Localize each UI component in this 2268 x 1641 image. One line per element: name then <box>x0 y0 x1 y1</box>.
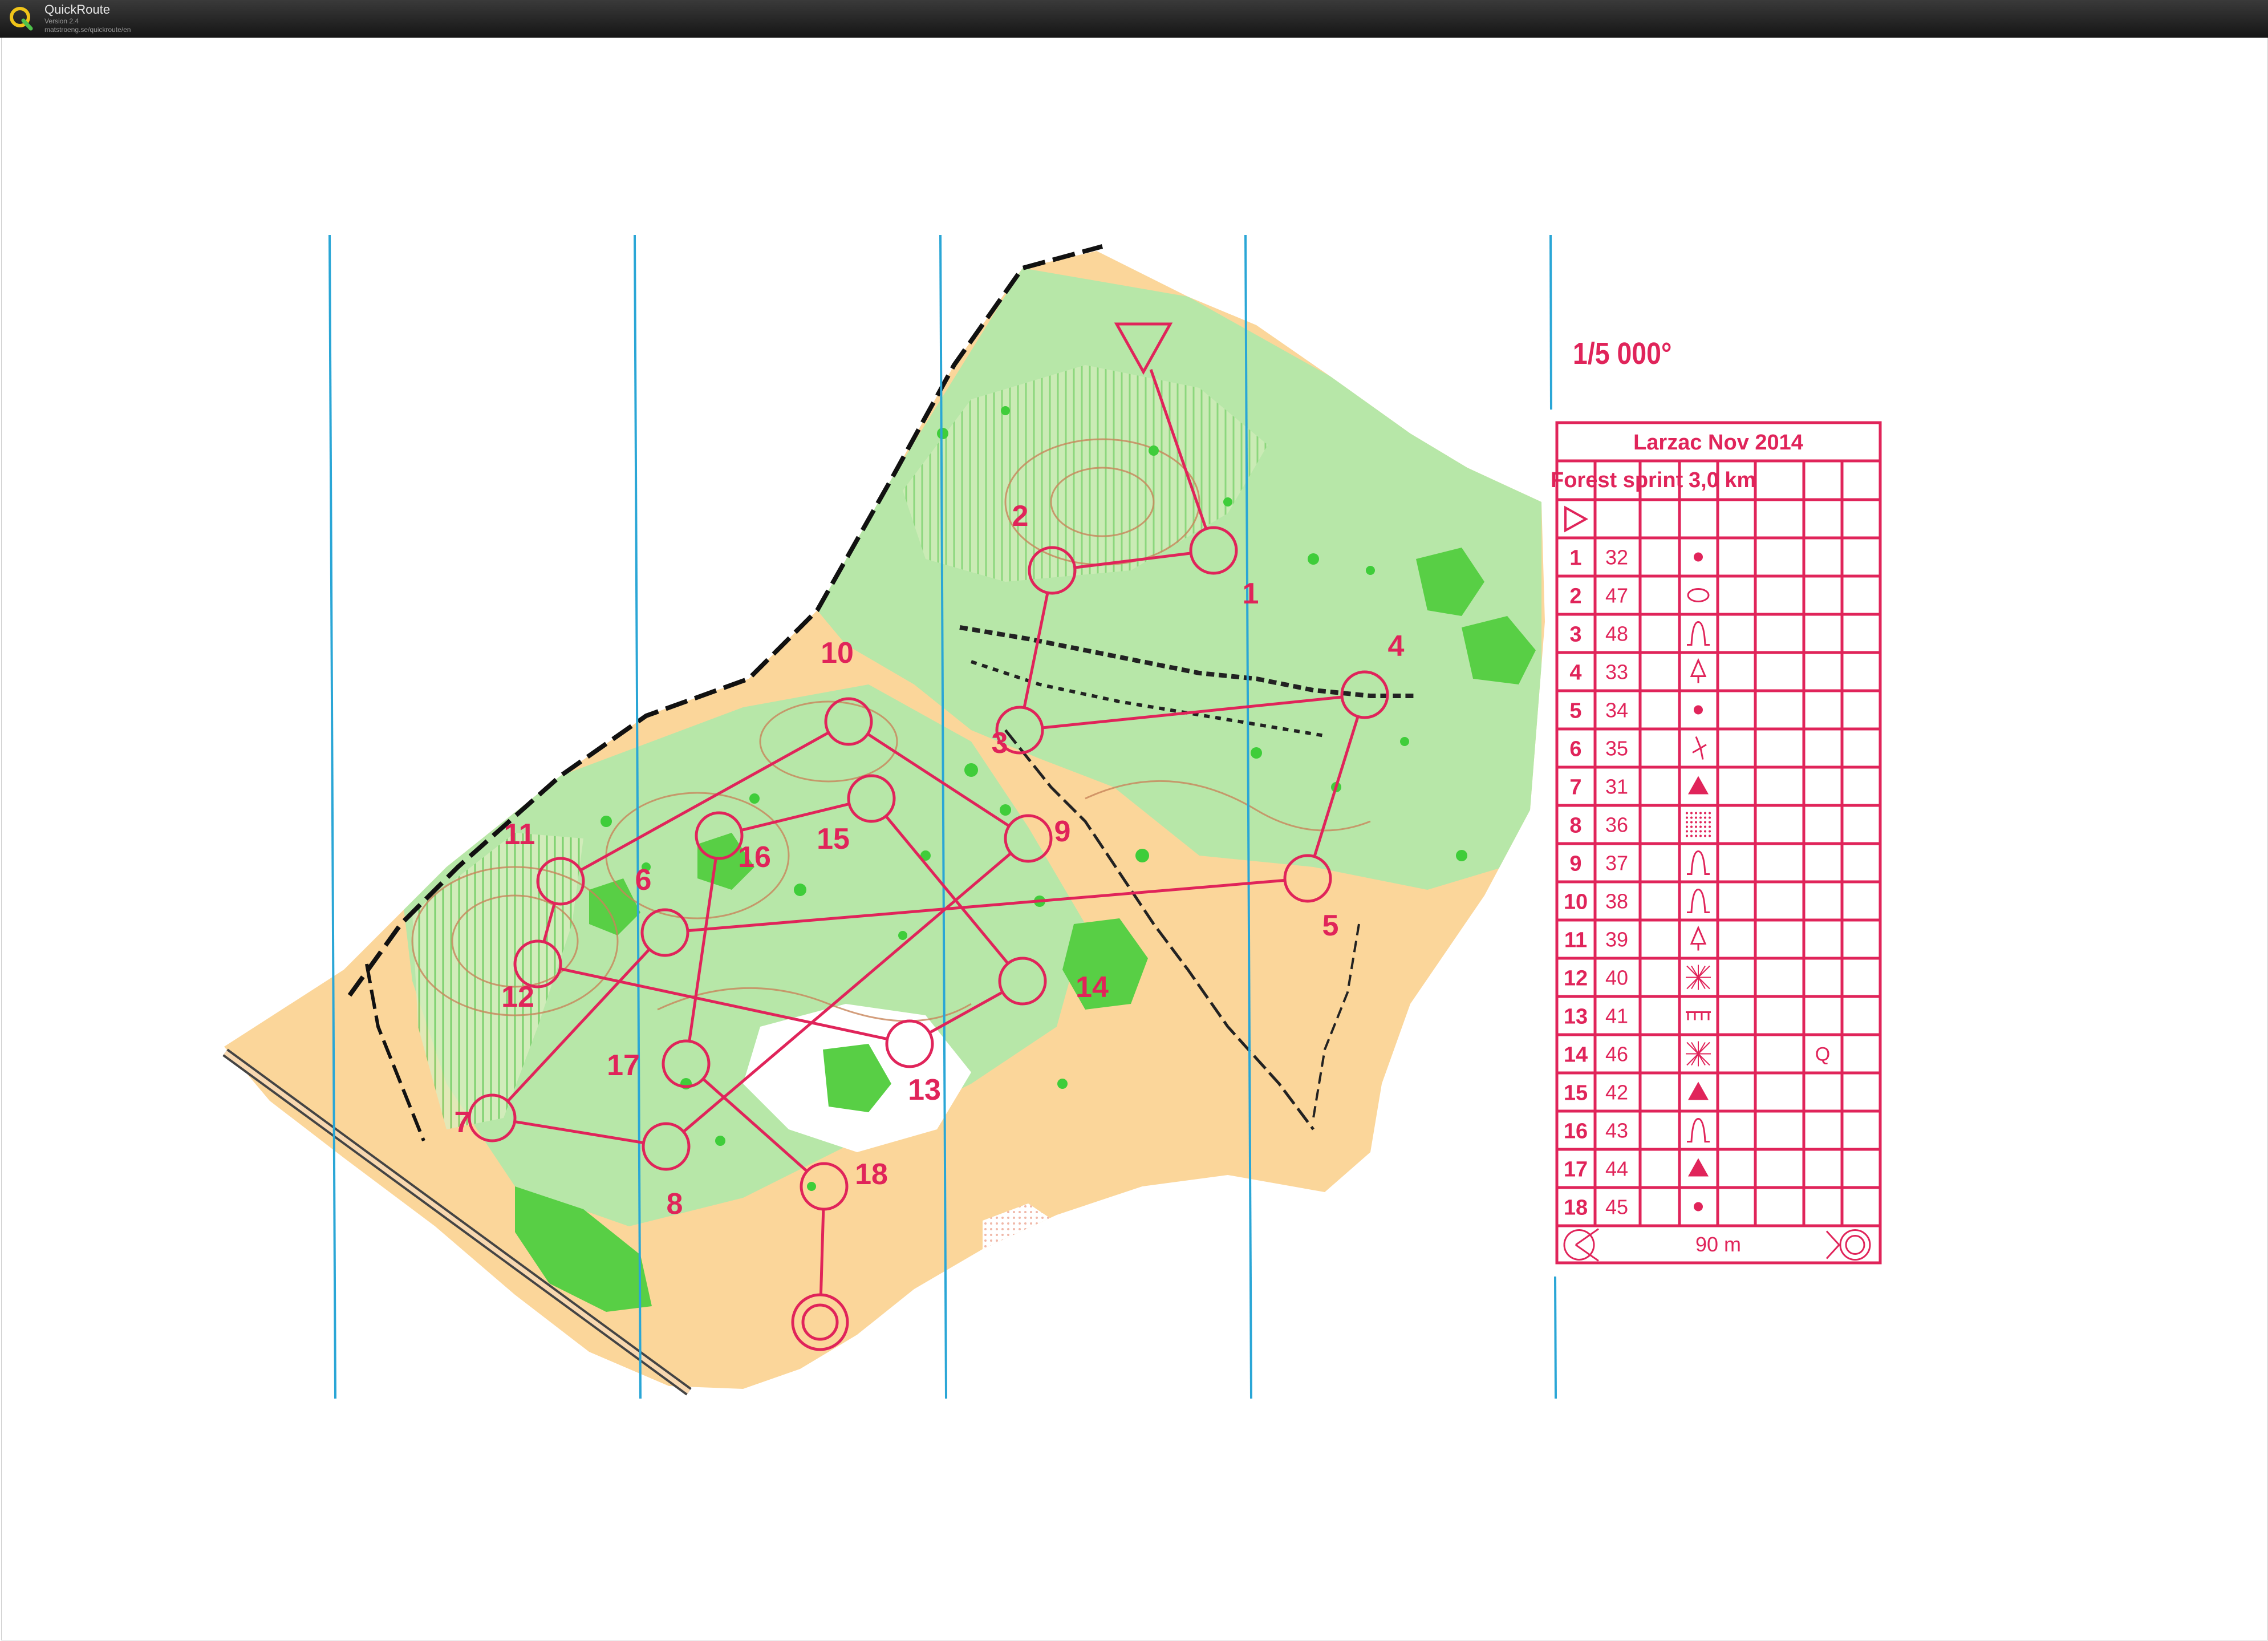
description-control-code: 31 <box>1605 775 1628 799</box>
map-scale: 1/5 000° <box>1573 336 1672 371</box>
description-control-number: 7 <box>1569 776 1581 800</box>
description-control-code: 40 <box>1605 966 1628 990</box>
description-control-number: 3 <box>1569 623 1581 647</box>
description-control-code: 32 <box>1605 546 1628 569</box>
control-number: 18 <box>855 1158 888 1191</box>
course-title: Larzac Nov 2014 <box>1633 431 1803 455</box>
description-control-number: 6 <box>1569 738 1581 761</box>
description-control-code: 41 <box>1605 1004 1628 1028</box>
description-control-number: 8 <box>1569 814 1581 838</box>
control-number: 16 <box>738 841 771 874</box>
description-control-number: 5 <box>1569 699 1581 723</box>
description-control-number: 13 <box>1564 1005 1588 1029</box>
control-number: 5 <box>1322 909 1339 942</box>
description-control-number: 9 <box>1569 852 1581 876</box>
description-control-code: 42 <box>1605 1081 1628 1104</box>
control-number: 15 <box>817 822 850 856</box>
dot-icon <box>1694 1202 1703 1211</box>
course-class: Forest sprint <box>1551 468 1683 492</box>
description-control-number: 16 <box>1564 1120 1588 1144</box>
control-number: 13 <box>908 1073 941 1107</box>
description-control-code: 33 <box>1605 661 1628 684</box>
orienteering-map[interactable]: 123456789101112131415161718 1/5 000° Lar… <box>2 38 2267 1640</box>
description-control-number: 10 <box>1564 890 1588 914</box>
description-control-code: 35 <box>1605 737 1628 760</box>
thicket-icon <box>1686 1041 1711 1067</box>
control-number: 14 <box>1076 971 1109 1004</box>
description-control-code: 39 <box>1605 928 1628 951</box>
control-number: 8 <box>667 1188 683 1221</box>
description-control-code: 37 <box>1605 852 1628 875</box>
control-number: 2 <box>1012 500 1029 533</box>
description-control-number: 1 <box>1569 546 1581 570</box>
description-control-code: 47 <box>1605 584 1628 607</box>
description-control-number: 15 <box>1564 1081 1588 1105</box>
description-control-number: 12 <box>1564 967 1588 991</box>
control-number: 11 <box>504 818 535 851</box>
thicket-icon <box>1686 965 1711 990</box>
description-control-code: 46 <box>1605 1043 1628 1066</box>
description-control-number: 17 <box>1564 1158 1588 1182</box>
control-number: 3 <box>992 727 1008 760</box>
description-control-number: 18 <box>1564 1196 1588 1220</box>
map-canvas[interactable]: 1 2 3 4 5 6 7 8 9 10 11 12 13 14 15 16 17 18 1/5 000° Lar… <box>1 38 2268 1640</box>
description-control-code: 44 <box>1605 1157 1628 1181</box>
description-control-code: 36 <box>1605 813 1628 837</box>
dot-icon <box>1694 705 1703 715</box>
description-extra: Q <box>1815 1044 1830 1065</box>
control-number: 9 <box>1054 815 1071 848</box>
description-control-number: 11 <box>1564 929 1587 953</box>
quickroute-logo-icon <box>10 7 33 31</box>
title-bar: QuickRoute Version 2.4 matstroeng.se/qui… <box>0 0 2268 38</box>
control-number: 17 <box>607 1049 640 1082</box>
control-number: 4 <box>1388 630 1405 663</box>
control-number: 1 <box>1243 577 1259 610</box>
control-number: 6 <box>635 864 652 897</box>
description-control-code: 45 <box>1605 1196 1628 1219</box>
control-number: 10 <box>821 637 854 670</box>
app-version: Version 2.4 <box>44 17 79 25</box>
app-title: QuickRoute <box>44 2 110 17</box>
description-control-code: 38 <box>1605 890 1628 913</box>
description-control-code: 48 <box>1605 622 1628 646</box>
app-url: matstroeng.se/quickroute/en <box>44 26 131 34</box>
description-control-code: 43 <box>1605 1119 1628 1142</box>
description-control-code: 34 <box>1605 699 1628 722</box>
description-control-number: 14 <box>1564 1043 1588 1067</box>
control-number: 7 <box>455 1106 471 1139</box>
control-number: 12 <box>501 980 534 1014</box>
course-length: 3,0 km <box>1689 468 1756 492</box>
description-control-number: 4 <box>1569 661 1581 685</box>
dot-icon <box>1694 552 1703 562</box>
description-control-number: 2 <box>1569 585 1581 609</box>
finish-distance: 90 m <box>1695 1233 1741 1256</box>
